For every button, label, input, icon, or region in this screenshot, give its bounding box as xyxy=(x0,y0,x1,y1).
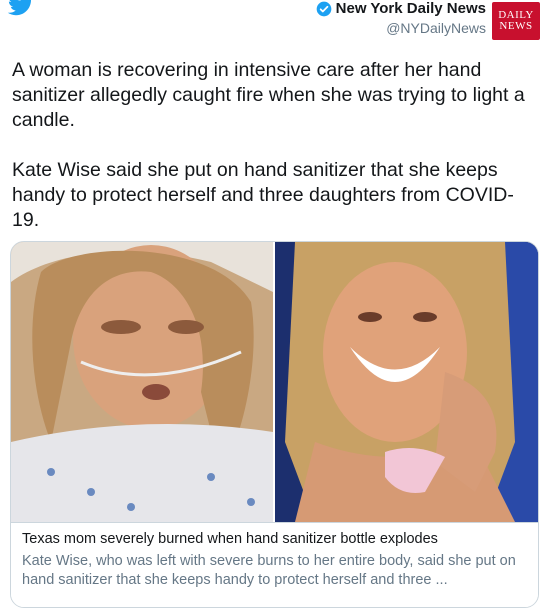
tweet-text: A woman is recovering in intensive care … xyxy=(12,58,532,233)
tweet-header: New York Daily News @NYDailyNews DAILY N… xyxy=(0,0,550,48)
avatar[interactable]: DAILY NEWS xyxy=(492,2,540,40)
account-name[interactable]: New York Daily News xyxy=(316,0,486,17)
verified-badge-icon xyxy=(316,1,331,16)
account-handle[interactable]: @NYDailyNews xyxy=(386,20,486,36)
card-photos[interactable] xyxy=(11,242,538,522)
account-name-text[interactable]: New York Daily News xyxy=(336,0,486,17)
link-card[interactable]: Texas mom severely burned when hand sani… xyxy=(10,241,539,608)
card-title[interactable]: Texas mom severely burned when hand sani… xyxy=(22,531,438,547)
hospital-photo[interactable] xyxy=(11,242,273,522)
avatar-text-line2: NEWS xyxy=(499,20,533,32)
portrait-photo[interactable] xyxy=(275,242,538,522)
twitter-bird-icon[interactable] xyxy=(6,0,36,16)
card-meta[interactable]: Texas mom severely burned when hand sani… xyxy=(11,522,538,607)
card-description[interactable]: Kate Wise, who was left with severe burn… xyxy=(22,552,527,590)
tweet-paragraph-2: Kate Wise said she put on hand sanitizer… xyxy=(12,159,514,231)
tweet-paragraph-1: A woman is recovering in intensive care … xyxy=(12,59,525,131)
